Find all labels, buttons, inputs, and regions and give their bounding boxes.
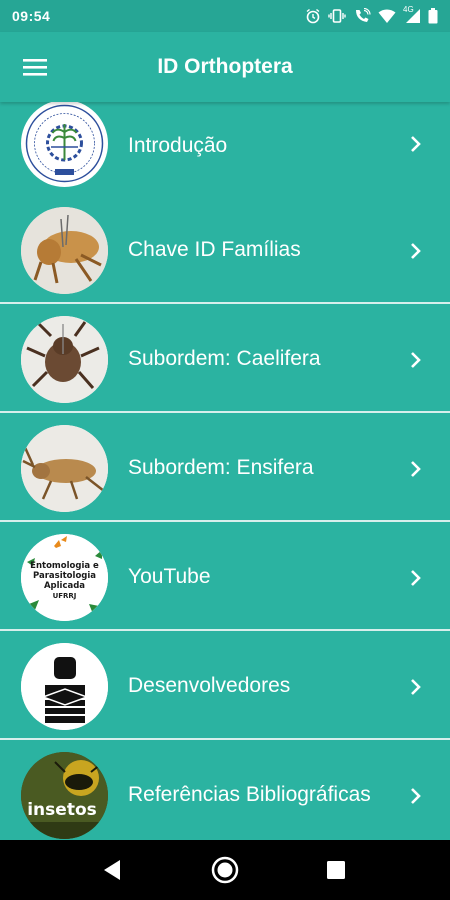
menu-button[interactable] bbox=[0, 32, 70, 102]
menu-item-label: YouTube bbox=[128, 565, 211, 588]
recents-icon bbox=[327, 861, 345, 879]
recents-button[interactable] bbox=[316, 850, 356, 890]
chevron-right-icon bbox=[406, 568, 426, 588]
menu-item-label: Chave ID Famílias bbox=[128, 238, 301, 261]
insetos-book-cover-icon: insetos bbox=[21, 752, 108, 839]
status-time: 09:54 bbox=[12, 8, 51, 24]
chevron-right-icon bbox=[406, 786, 426, 806]
developer-icon bbox=[21, 643, 108, 730]
logo-text: UFRRJ bbox=[53, 592, 77, 600]
alarm-icon bbox=[305, 8, 321, 24]
wifi-call-icon bbox=[353, 8, 371, 24]
menu-item-subordem-ensifera[interactable]: Subordem: Ensifera bbox=[0, 415, 450, 522]
logo-text: Aplicada bbox=[44, 581, 85, 591]
chevron-right-icon bbox=[406, 134, 426, 154]
chevron-right-icon bbox=[406, 459, 426, 479]
chevron-right-icon bbox=[406, 677, 426, 697]
logo-text: insetos bbox=[27, 800, 97, 820]
entomologia-logo-icon: Entomologia e Parasitologia Aplicada UFR… bbox=[21, 534, 108, 621]
back-button[interactable] bbox=[92, 850, 132, 890]
grasshopper-photo-icon bbox=[21, 316, 108, 403]
menu-item-label: Desenvolvedores bbox=[128, 674, 291, 697]
signal-icon: 4G bbox=[403, 5, 421, 24]
menu-item-label: Introdução bbox=[128, 134, 228, 157]
menu-item-chave-id-familias[interactable]: Chave ID Famílias bbox=[0, 197, 450, 304]
logo-text: Parasitologia bbox=[33, 571, 96, 581]
chevron-right-icon bbox=[406, 350, 426, 370]
menu-item-subordem-caelifera[interactable]: Subordem: Caelifera bbox=[0, 306, 450, 413]
grasshopper-photo-icon bbox=[21, 207, 108, 294]
home-icon bbox=[211, 856, 239, 884]
vibrate-icon bbox=[328, 8, 346, 24]
menu-item-introducao[interactable]: Introdução bbox=[0, 102, 450, 199]
hamburger-icon bbox=[23, 59, 47, 76]
menu-list: Introdução Chave ID Famílias Subordem: C… bbox=[0, 102, 450, 840]
status-icons: 4G bbox=[305, 5, 438, 24]
menu-item-label: Referências Bibliográficas bbox=[128, 783, 371, 806]
cricket-photo-icon bbox=[21, 425, 108, 512]
menu-item-youtube[interactable]: Entomologia e Parasitologia Aplicada UFR… bbox=[0, 524, 450, 631]
back-icon bbox=[104, 860, 120, 880]
home-button[interactable] bbox=[205, 850, 245, 890]
network-type-label: 4G bbox=[403, 5, 414, 14]
menu-item-desenvolvedores[interactable]: Desenvolvedores bbox=[0, 633, 450, 740]
status-bar: 09:54 4G bbox=[0, 0, 450, 32]
chevron-right-icon bbox=[406, 241, 426, 261]
app-bar: ID Orthoptera bbox=[0, 32, 450, 102]
logo-text: Entomologia e bbox=[30, 561, 99, 571]
menu-item-referencias-bibliograficas[interactable]: insetos Referências Bibliográficas bbox=[0, 742, 450, 840]
menu-item-label: Subordem: Ensifera bbox=[128, 456, 314, 479]
battery-icon bbox=[428, 8, 438, 24]
wifi-icon bbox=[378, 8, 396, 24]
ufrrj-logo-icon bbox=[21, 102, 108, 187]
navigation-bar bbox=[0, 840, 450, 900]
menu-item-label: Subordem: Caelifera bbox=[128, 347, 321, 370]
